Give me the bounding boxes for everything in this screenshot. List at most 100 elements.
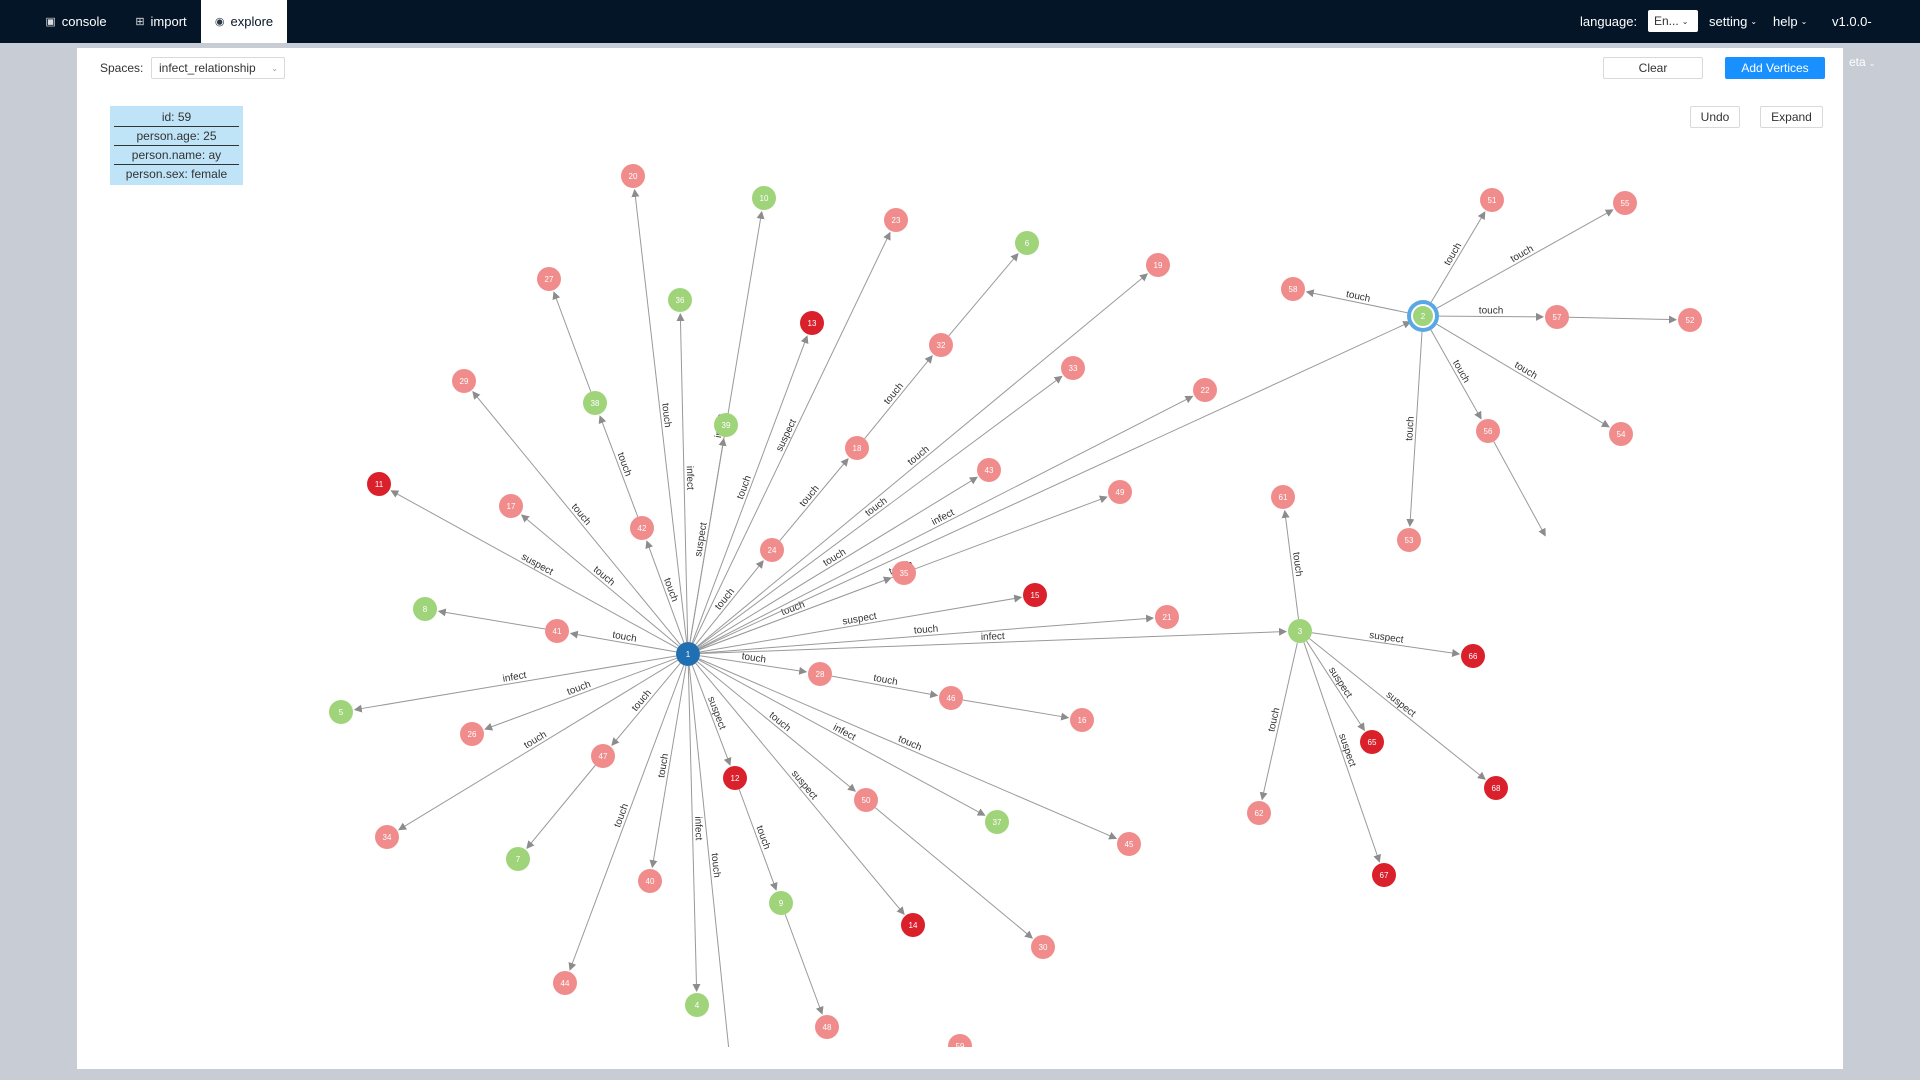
edge-47-7[interactable] (526, 764, 596, 849)
edge-label: infect (692, 816, 704, 840)
node-label: 58 (1289, 285, 1298, 294)
graph-node-39[interactable]: 39 (714, 413, 738, 437)
graph-node-48[interactable]: 48 (815, 1015, 839, 1039)
edge-32-6[interactable] (948, 252, 1019, 337)
graph-node-40[interactable]: 40 (638, 869, 662, 893)
node-label: 34 (383, 833, 392, 842)
graph-node-44[interactable]: 44 (553, 971, 577, 995)
graph-node-45[interactable]: 45 (1117, 832, 1141, 856)
tooltip-sex: person.sex: female (125, 167, 228, 181)
graph-node-7[interactable]: 7 (506, 847, 530, 871)
node-label: 55 (1621, 199, 1630, 208)
graph-node-56[interactable]: 56 (1476, 419, 1500, 443)
graph-node-12[interactable]: 12 (723, 766, 747, 790)
graph-node-28[interactable]: 28 (808, 662, 832, 686)
graph-node-32[interactable]: 32 (929, 333, 953, 357)
graph-node-15[interactable]: 15 (1023, 583, 1047, 607)
graph-node-5[interactable]: 5 (329, 700, 353, 724)
graph-node-47[interactable]: 47 (591, 744, 615, 768)
edge-57-52[interactable] (1568, 315, 1678, 324)
node-label: 4 (695, 1001, 700, 1010)
node-label: 46 (947, 694, 956, 703)
edge-56-60[interactable] (1493, 441, 1546, 537)
graph-node-29[interactable]: 29 (452, 369, 476, 393)
graph-node-17[interactable]: 17 (499, 494, 523, 518)
node-label: 17 (507, 502, 516, 511)
graph-node-34[interactable]: 34 (375, 825, 399, 849)
node-label: 6 (1025, 239, 1030, 248)
graph-node-58[interactable]: 58 (1281, 277, 1305, 301)
node-label: 44 (561, 979, 570, 988)
graph-node-57[interactable]: 57 (1545, 305, 1569, 329)
graph-node-65[interactable]: 65 (1360, 730, 1384, 754)
node-label: 56 (1484, 427, 1493, 436)
graph-node-33[interactable]: 33 (1061, 356, 1085, 380)
node-label: 47 (599, 752, 608, 761)
graph-node-13[interactable]: 13 (800, 311, 824, 335)
node-label: 21 (1163, 613, 1172, 622)
graph-node-24[interactable]: 24 (760, 538, 784, 562)
graph-node-54[interactable]: 54 (1609, 422, 1633, 446)
edge-label: suspect (519, 552, 555, 578)
graph-node-49[interactable]: 49 (1108, 480, 1132, 504)
edge-1-2[interactable] (698, 321, 1412, 650)
edge-41-8[interactable] (437, 608, 546, 630)
graph-node-1[interactable]: 1 (676, 642, 700, 666)
node-label: 15 (1031, 591, 1040, 600)
graph-node-3[interactable]: 3 (1288, 619, 1312, 643)
graph-node-16[interactable]: 16 (1070, 708, 1094, 732)
node-label: 29 (460, 377, 469, 386)
graph-node-50[interactable]: 50 (854, 788, 878, 812)
graph-node-46[interactable]: 46 (939, 686, 963, 710)
graph-node-6[interactable]: 6 (1015, 231, 1039, 255)
node-label: 2 (1421, 312, 1426, 321)
graph-node-2[interactable]: 2 (1407, 300, 1439, 332)
graph-node-66[interactable]: 66 (1461, 644, 1485, 668)
edge-46-16[interactable] (962, 699, 1070, 721)
graph-node-41[interactable]: 41 (545, 619, 569, 643)
graph-node-21[interactable]: 21 (1155, 605, 1179, 629)
graph-node-30[interactable]: 30 (1031, 935, 1055, 959)
graph-node-53[interactable]: 53 (1397, 528, 1421, 552)
graph-node-8[interactable]: 8 (413, 597, 437, 621)
graph-canvas[interactable]: touch infect infect touch suspect touch touch t… (0, 0, 1920, 1080)
edge-label: touch (566, 679, 593, 698)
graph-node-38[interactable]: 38 (583, 391, 607, 415)
graph-node-18[interactable]: 18 (845, 436, 869, 460)
graph-node-22[interactable]: 22 (1193, 378, 1217, 402)
graph-node-19[interactable]: 19 (1146, 253, 1170, 277)
edge-38-27[interactable] (552, 291, 592, 392)
graph-node-27[interactable]: 27 (537, 267, 561, 291)
graph-node-67[interactable]: 67 (1372, 863, 1396, 887)
graph-node-35[interactable]: 35 (892, 561, 916, 585)
graph-node-26[interactable]: 26 (460, 722, 484, 746)
edge-9-48[interactable] (784, 914, 824, 1015)
graph-node-55[interactable]: 55 (1613, 191, 1637, 215)
graph-node-4[interactable]: 4 (685, 993, 709, 1017)
graph-node-36[interactable]: 36 (668, 288, 692, 312)
edge-label: touch (863, 495, 889, 518)
node-label: 28 (816, 670, 825, 679)
graph-node-42[interactable]: 42 (630, 516, 654, 540)
graph-node-43[interactable]: 43 (977, 458, 1001, 482)
graph-node-20[interactable]: 20 (621, 164, 645, 188)
graph-node-59[interactable]: 59 (948, 1034, 972, 1058)
graph-node-51[interactable]: 51 (1480, 188, 1504, 212)
graph-node-37[interactable]: 37 (985, 810, 1009, 834)
node-label: 18 (853, 444, 862, 453)
graph-node-23[interactable]: 23 (884, 208, 908, 232)
graph-node-11[interactable]: 11 (367, 472, 391, 496)
graph-node-62[interactable]: 62 (1247, 801, 1271, 825)
edge-label: touch (1450, 358, 1472, 385)
node-label: 32 (937, 341, 946, 350)
node-label: 5 (339, 708, 344, 717)
graph-node-52[interactable]: 52 (1678, 308, 1702, 332)
graph-node-9[interactable]: 9 (769, 891, 793, 915)
graph-node-14[interactable]: 14 (901, 913, 925, 937)
graph-node-61[interactable]: 61 (1271, 485, 1295, 509)
graph-node-68[interactable]: 68 (1484, 776, 1508, 800)
edge-label: touch (1404, 416, 1417, 441)
edge-50-30[interactable] (874, 807, 1033, 939)
graph-node-10[interactable]: 10 (752, 186, 776, 210)
edge-label: touch (1509, 243, 1536, 265)
